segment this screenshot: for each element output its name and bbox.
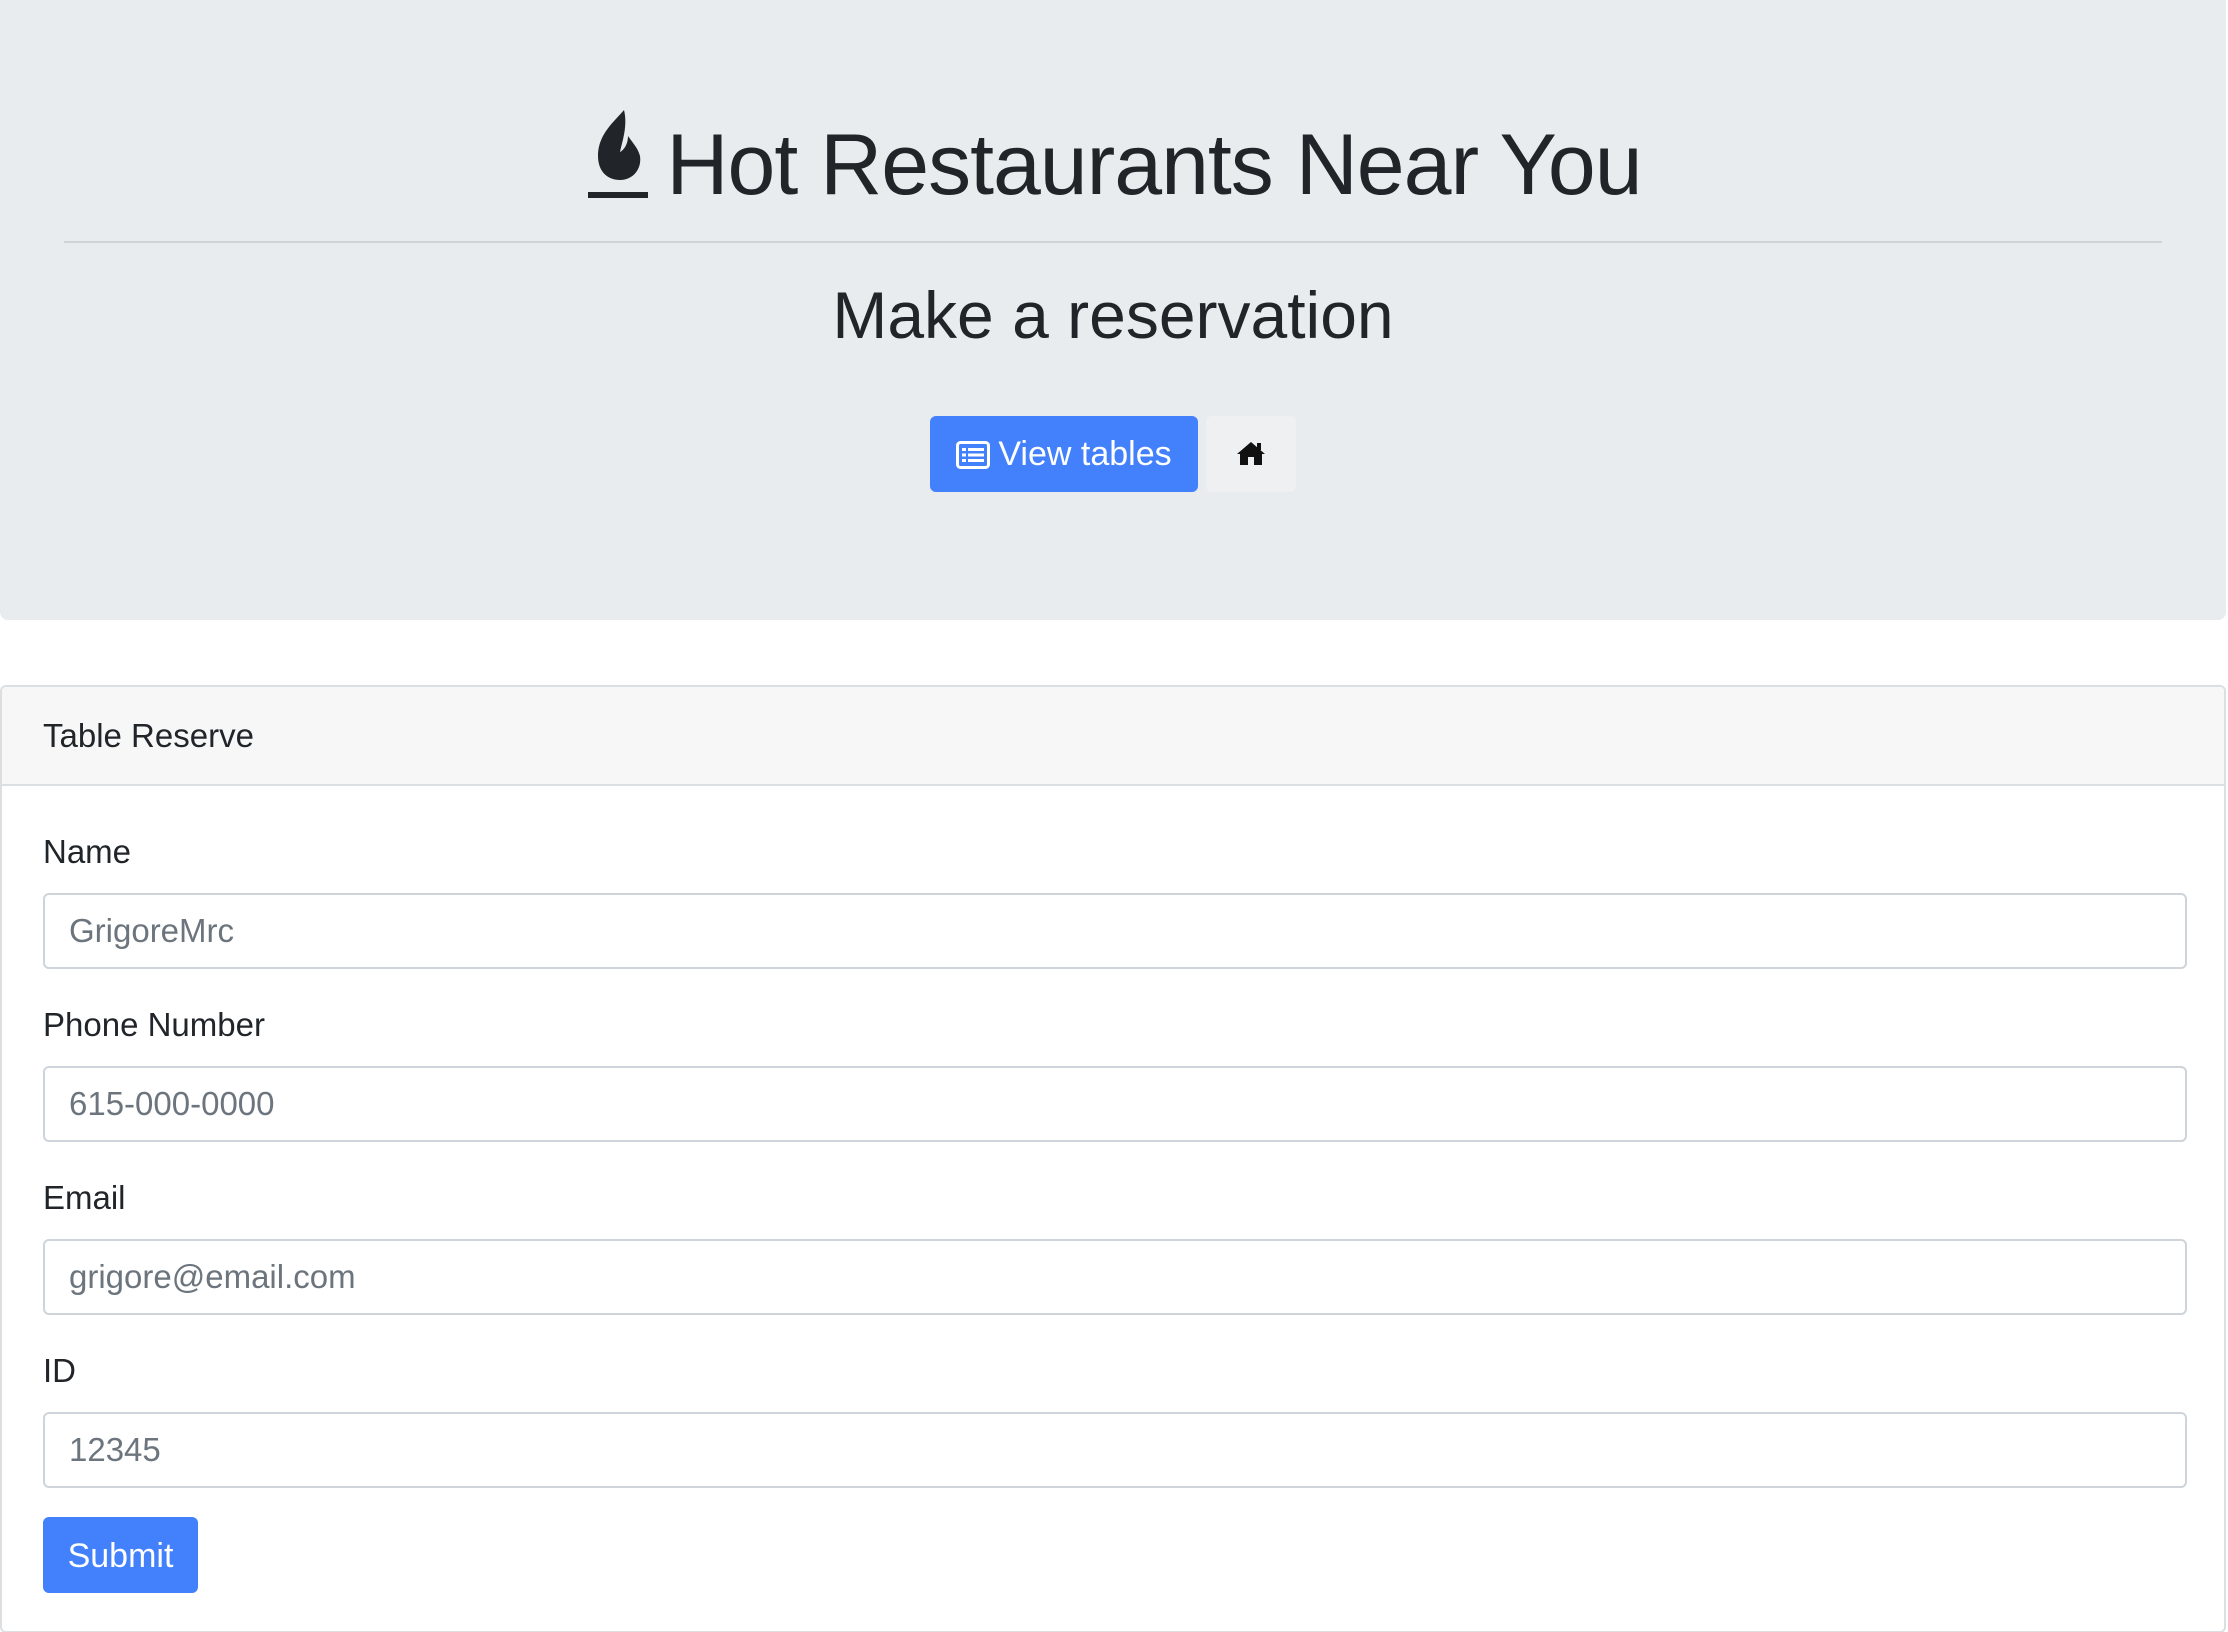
header-actions: View tables <box>0 416 2226 492</box>
view-tables-button[interactable]: View tables <box>930 416 1198 492</box>
card-title: Table Reserve <box>43 717 254 754</box>
page: Hot Restaurants Near You Make a reservat… <box>0 0 2228 1632</box>
email-label: Email <box>43 1179 126 1216</box>
page-title-row: Hot Restaurants Near You <box>0 108 2226 220</box>
email-input[interactable] <box>43 1239 2187 1315</box>
submit-button[interactable]: Submit <box>43 1517 198 1593</box>
header-divider <box>64 241 2162 243</box>
card-header: Table Reserve <box>2 687 2224 786</box>
list-icon <box>956 420 991 469</box>
home-button[interactable] <box>1205 416 1296 492</box>
reservation-card: Table Reserve Name Phone Number Email ID… <box>0 685 2226 1632</box>
id-label: ID <box>43 1352 76 1389</box>
home-icon <box>1236 442 1265 465</box>
phone-label: Phone Number <box>43 1006 265 1043</box>
name-input[interactable] <box>43 893 2187 969</box>
phone-input[interactable] <box>43 1066 2187 1142</box>
id-input[interactable] <box>43 1412 2187 1488</box>
fire-icon <box>584 108 652 204</box>
header-jumbotron: Hot Restaurants Near You Make a reservat… <box>0 0 2226 620</box>
page-title: Hot Restaurants Near You <box>666 117 1642 213</box>
view-tables-label: View tables <box>998 435 1172 473</box>
page-subtitle: Make a reservation <box>832 278 1394 352</box>
name-label: Name <box>43 833 132 870</box>
